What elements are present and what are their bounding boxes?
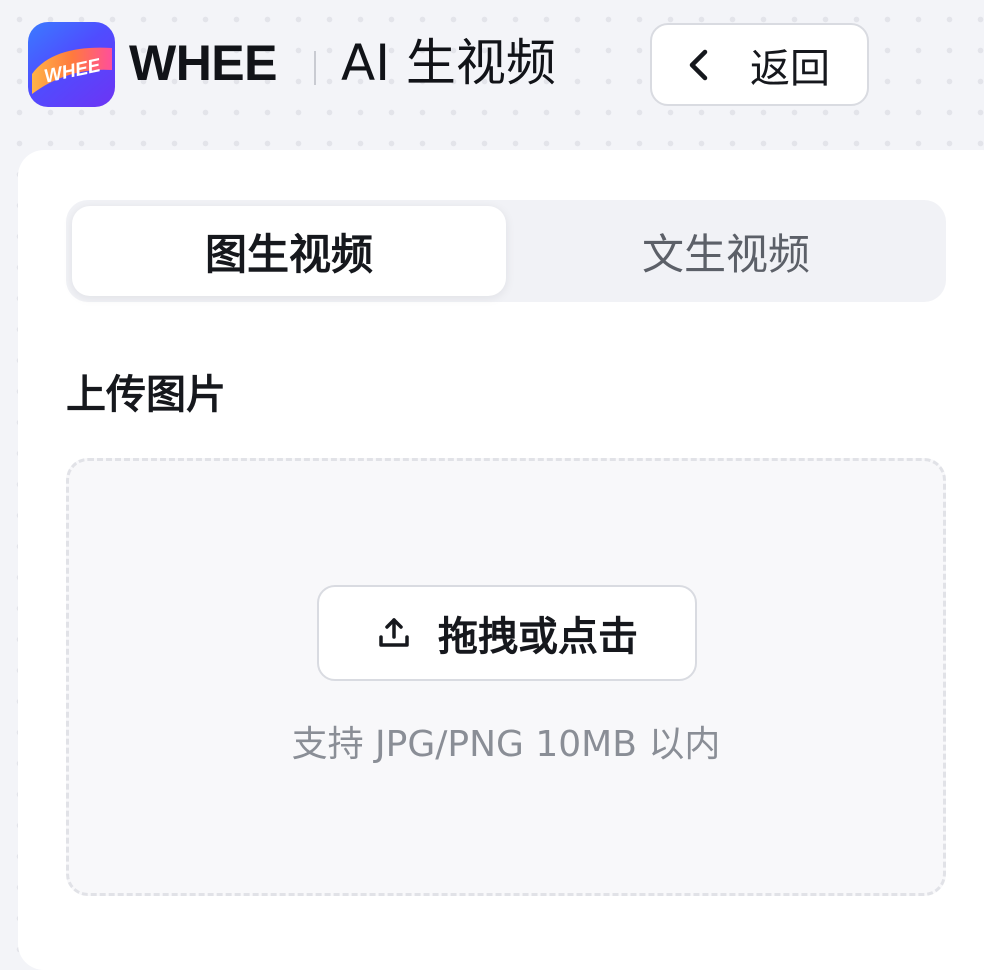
app-header: WHEE WHEE AI 生视频 返回 [0, 0, 984, 135]
mode-tabs: 图生视频 文生视频 [66, 200, 946, 302]
upload-section-label: 上传图片 [66, 372, 226, 418]
whee-logo: WHEE [28, 22, 115, 107]
brand-divider [314, 51, 316, 85]
whee-logo-graphic: WHEE [32, 47, 112, 94]
upload-icon [379, 618, 409, 647]
upload-dropzone[interactable]: 拖拽或点击 支持 JPG/PNG 10MB 以内 [66, 458, 946, 896]
tab-image-to-video[interactable]: 图生视频 [72, 206, 506, 296]
page-title: AI 生视频 [341, 34, 556, 92]
chevron-left-icon [686, 48, 712, 82]
upload-button[interactable]: 拖拽或点击 [317, 585, 697, 681]
back-button-label: 返回 [750, 45, 830, 92]
upload-button-label: 拖拽或点击 [438, 614, 638, 660]
back-button[interactable]: 返回 [650, 23, 869, 106]
brand-name: WHEE [129, 35, 278, 91]
tab-text-to-video[interactable]: 文生视频 [506, 200, 946, 302]
upload-hint: 支持 JPG/PNG 10MB 以内 [291, 724, 721, 765]
